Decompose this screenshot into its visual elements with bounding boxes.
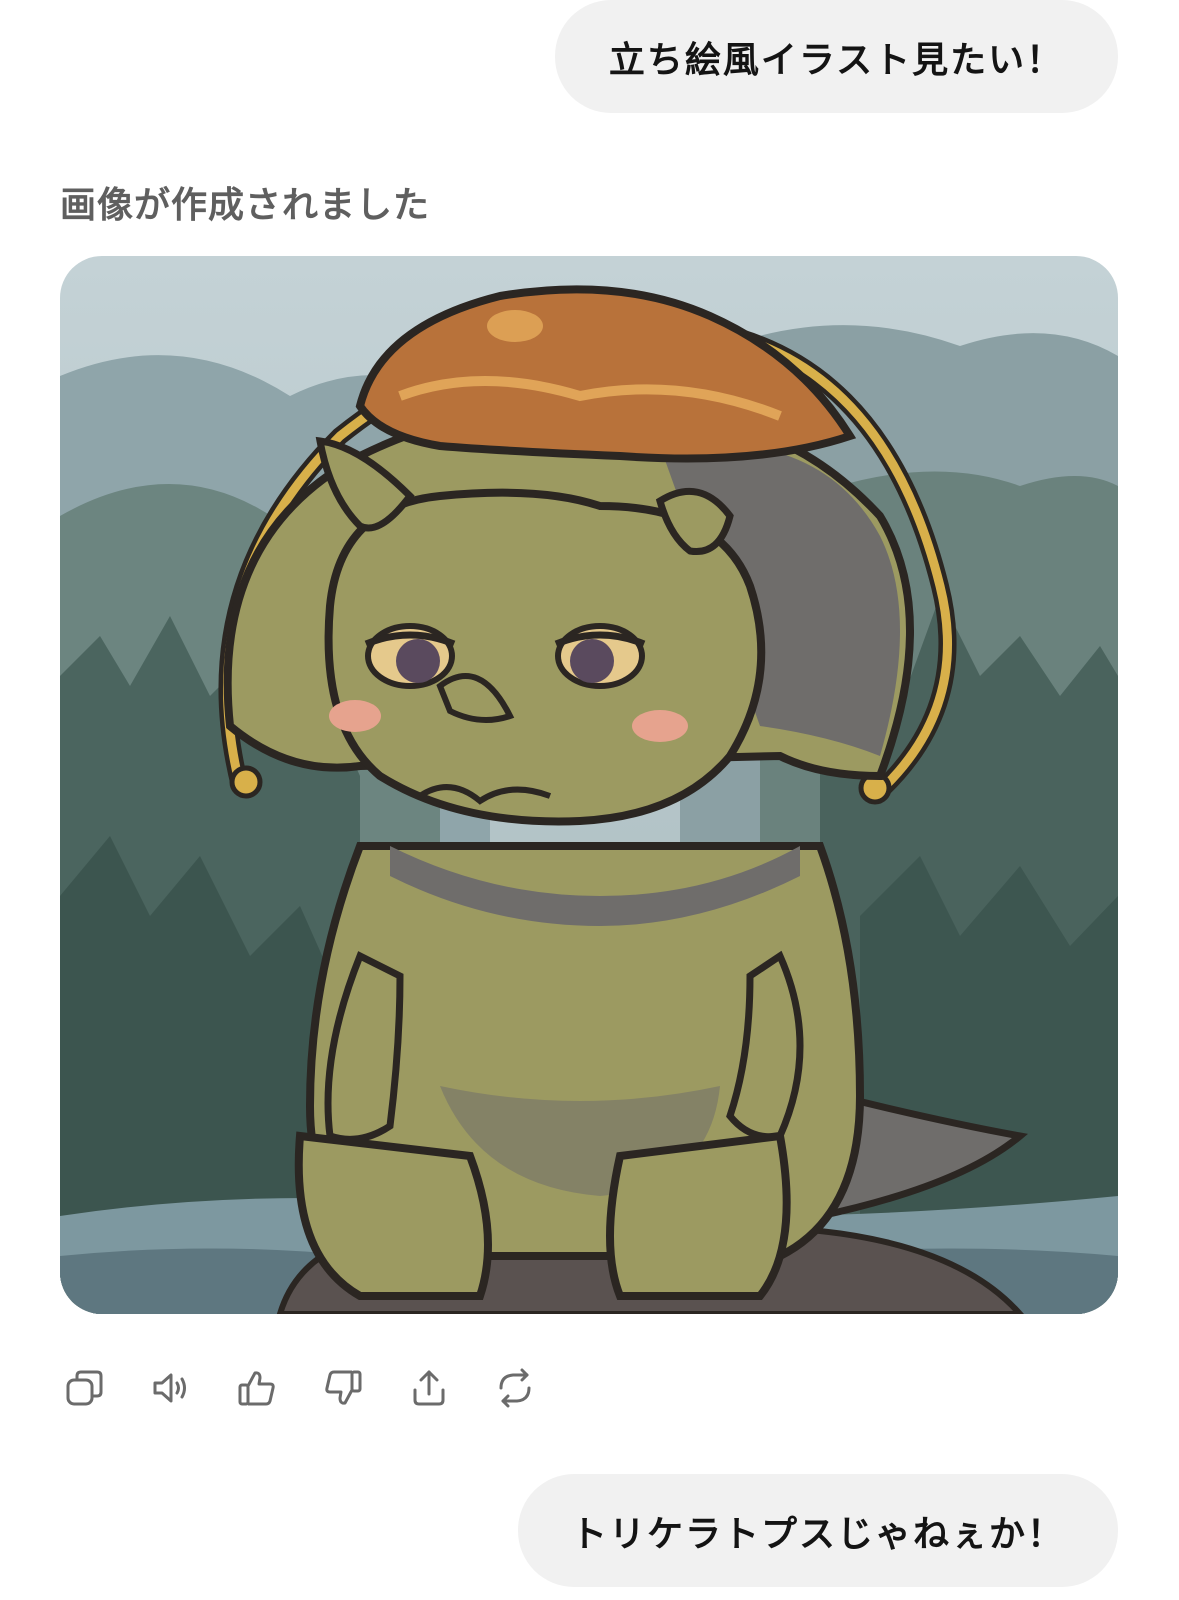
user-message-text: トリケラトプスじゃねぇか！ [570, 1513, 1065, 1555]
thumbs-up-icon [238, 1371, 275, 1406]
user-message-bubble: トリケラトプスじゃねぇか！ [518, 1474, 1118, 1587]
thumbs-down-icon [325, 1370, 362, 1405]
share-icon [413, 1370, 445, 1406]
regenerate-button[interactable] [490, 1363, 540, 1413]
user-message-text: 立ち絵風イラスト見たい！ [608, 39, 1065, 81]
message-actions [60, 1363, 576, 1413]
regenerate-icon [499, 1368, 531, 1408]
share-button[interactable] [404, 1363, 454, 1413]
bad-response-button[interactable] [318, 1363, 368, 1413]
speaker-icon [153, 1373, 186, 1403]
copy-icon [66, 1370, 103, 1406]
generated-image[interactable] [60, 256, 1118, 1314]
triceratops-illustration [60, 256, 1118, 1314]
copy-button[interactable] [60, 1363, 110, 1413]
read-aloud-button[interactable] [146, 1363, 196, 1413]
user-message-bubble: 立ち絵風イラスト見たい！ [555, 0, 1118, 113]
image-created-status: 画像が作成されました [60, 185, 431, 226]
good-response-button[interactable] [232, 1363, 282, 1413]
